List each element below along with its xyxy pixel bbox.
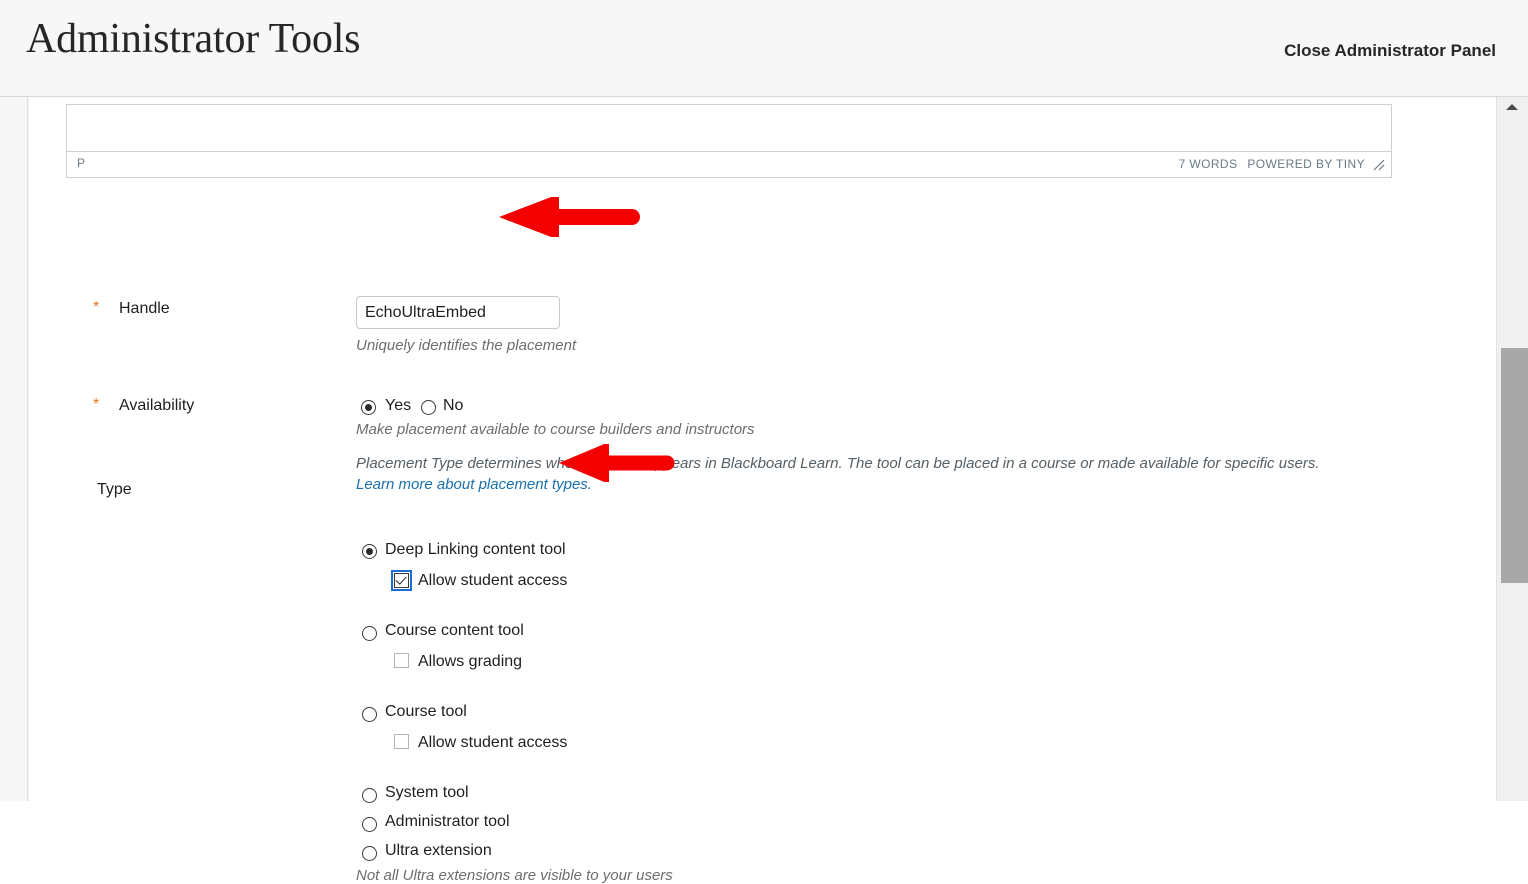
editor-word-count: 7 WORDS <box>1178 157 1238 171</box>
course-tool-allow-student-access-checkbox[interactable] <box>394 734 409 749</box>
type-radio-course-tool[interactable] <box>362 707 377 722</box>
availability-label: Availability <box>119 397 195 414</box>
content-panel: P 7 WORDS POWERED BY TINY * Handle Unique… <box>29 97 1496 884</box>
close-administrator-panel-link[interactable]: Close Administrator Panel <box>1284 41 1496 61</box>
admin-header: Administrator Tools Close Administrator … <box>0 0 1528 97</box>
availability-required-marker: * <box>93 396 100 413</box>
type-radio-course-content-tool[interactable] <box>362 626 377 641</box>
availability-helper-text: Make placement available to course build… <box>356 421 755 438</box>
availability-radio-no-label[interactable]: No <box>443 397 463 415</box>
scrollbar-up-button[interactable] <box>1497 97 1528 117</box>
editor-element-path[interactable]: P <box>77 156 85 170</box>
type-description: Placement Type determines where this too… <box>356 455 1320 472</box>
type-label: Type <box>97 481 132 498</box>
deep-linking-allow-student-access-checkbox[interactable] <box>394 573 409 588</box>
type-radio-administrator-tool-label[interactable]: Administrator tool <box>385 813 510 831</box>
type-radio-system-tool-label[interactable]: System tool <box>385 784 469 802</box>
rich-text-editor-area[interactable] <box>66 104 1392 152</box>
ultra-extension-helper-text: Not all Ultra extensions are visible to … <box>356 867 673 884</box>
left-gutter <box>0 97 28 801</box>
handle-required-marker: * <box>93 299 100 316</box>
type-radio-administrator-tool[interactable] <box>362 817 377 832</box>
editor-branding: POWERED BY TINY <box>1247 157 1365 171</box>
deep-linking-allow-student-access-label[interactable]: Allow student access <box>418 572 567 590</box>
handle-input[interactable] <box>356 296 560 329</box>
editor-status-right: 7 WORDS POWERED BY TINY <box>1179 157 1365 171</box>
editor-status-bar: P 7 WORDS POWERED BY TINY <box>66 152 1392 178</box>
course-tool-allow-student-access-label[interactable]: Allow student access <box>418 734 567 752</box>
resize-grip-icon[interactable] <box>1373 159 1385 171</box>
vertical-scrollbar[interactable] <box>1496 97 1528 801</box>
type-radio-course-tool-label[interactable]: Course tool <box>385 703 467 721</box>
type-radio-deep-linking-content-tool[interactable] <box>362 544 377 559</box>
scrollbar-thumb[interactable] <box>1501 348 1528 583</box>
type-radio-ultra-extension[interactable] <box>362 846 377 861</box>
handle-helper-text: Uniquely identifies the placement <box>356 337 577 354</box>
page-body: P 7 WORDS POWERED BY TINY * Handle Unique… <box>0 97 1528 884</box>
chevron-up-icon <box>1506 104 1518 110</box>
handle-label: Handle <box>119 300 170 317</box>
availability-radio-yes[interactable] <box>361 400 376 415</box>
page-title: Administrator Tools <box>26 16 361 62</box>
type-radio-course-content-tool-label[interactable]: Course content tool <box>385 622 524 640</box>
availability-radio-no[interactable] <box>421 400 436 415</box>
course-content-allows-grading-checkbox[interactable] <box>394 653 409 668</box>
type-radio-deep-linking-content-tool-label[interactable]: Deep Linking content tool <box>385 541 566 559</box>
type-radio-ultra-extension-label[interactable]: Ultra extension <box>385 842 492 860</box>
course-content-allows-grading-label[interactable]: Allows grading <box>418 653 522 671</box>
placement-types-learn-more-link[interactable]: Learn more about placement types. <box>356 476 592 493</box>
availability-radio-yes-label[interactable]: Yes <box>385 397 411 415</box>
